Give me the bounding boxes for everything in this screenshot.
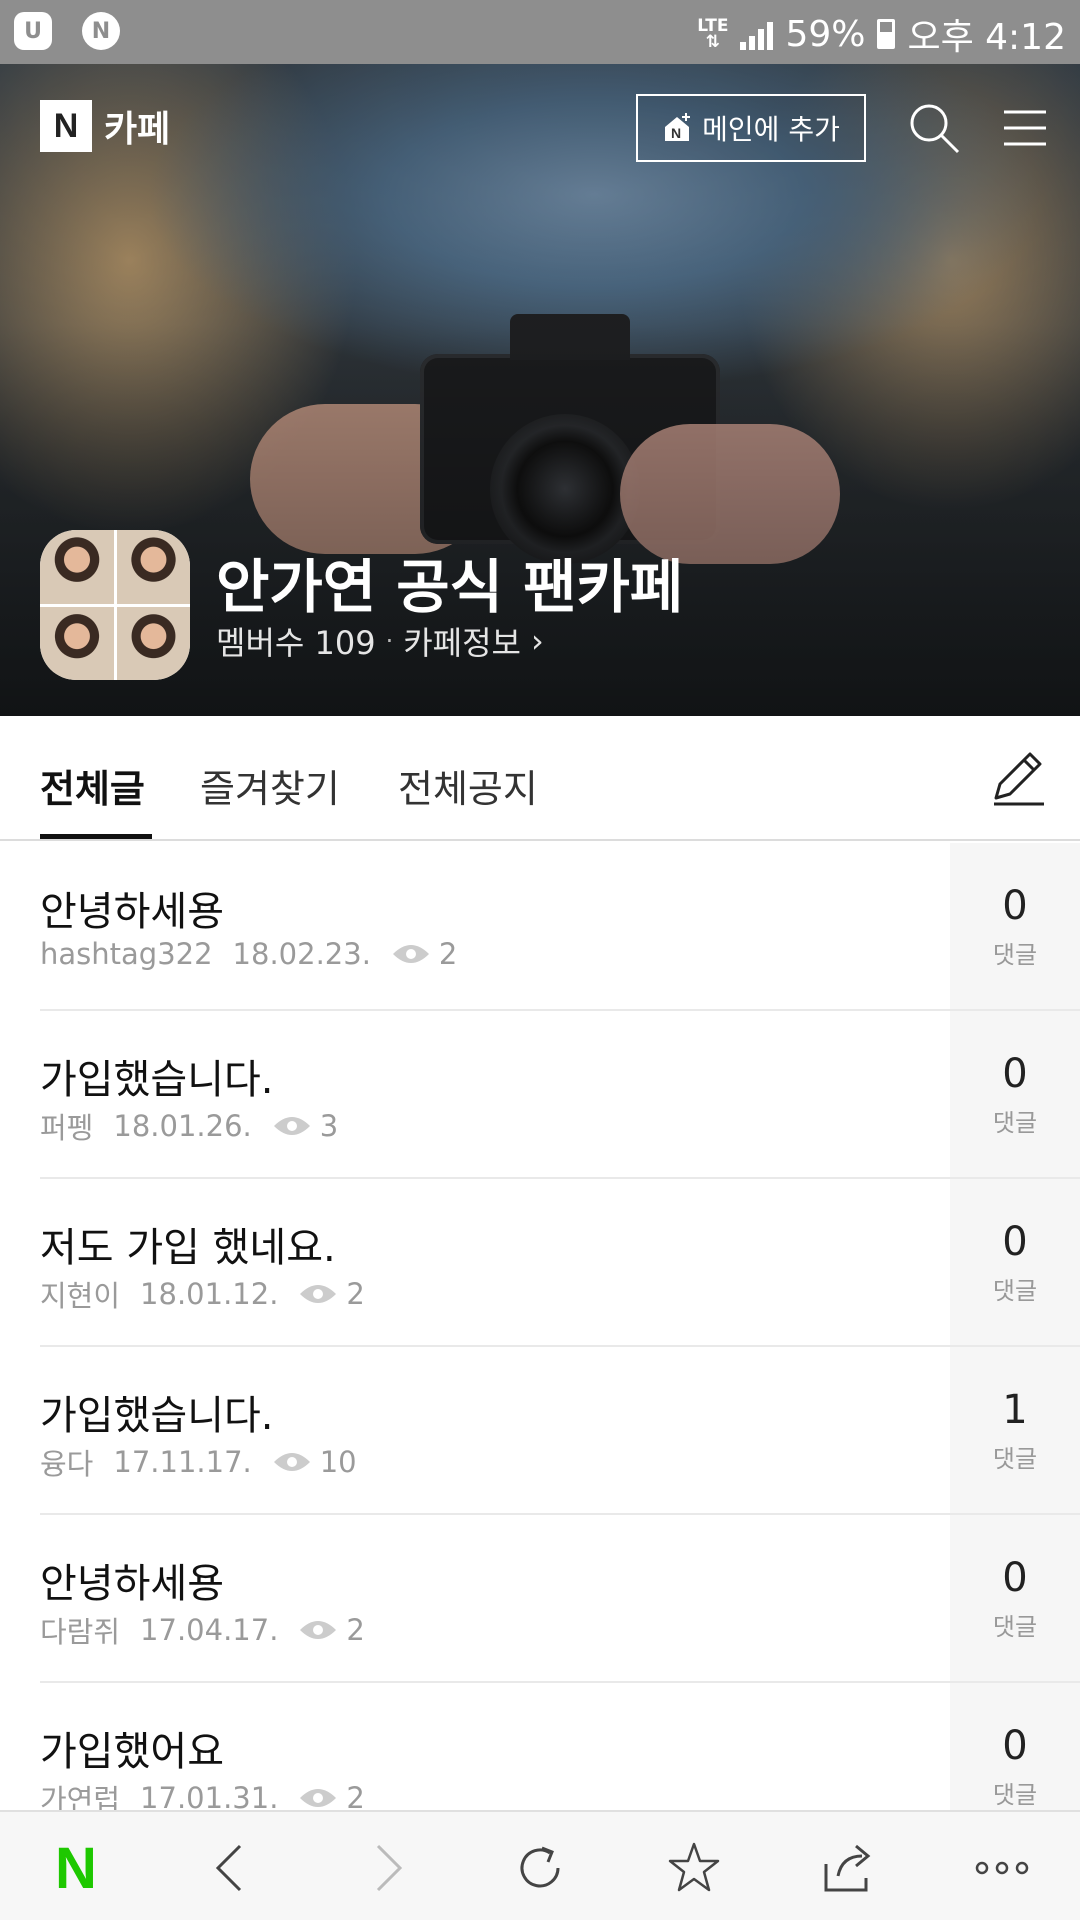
- post-title: 안녕하세용: [40, 1561, 224, 1607]
- post-title: 가입했습니다.: [40, 1057, 274, 1103]
- cafe-info-link[interactable]: 카페정보: [403, 618, 521, 664]
- post-views: 10: [319, 1445, 357, 1479]
- lte-indicator: LTE ⇅: [697, 16, 729, 52]
- naver-home-icon[interactable]: N: [46, 1836, 106, 1901]
- cafe-title: 안가연 공식 팬카페: [216, 553, 684, 621]
- battery-percent: 59%: [785, 13, 866, 55]
- eye-icon: [300, 1621, 337, 1639]
- post-views: 2: [346, 1613, 365, 1647]
- signal-icon: [740, 18, 774, 50]
- cafe-meta: 멤버수 109 · 카페정보 ›: [216, 618, 544, 664]
- eye-icon: [300, 1285, 337, 1303]
- post-author: 지현이: [40, 1279, 121, 1313]
- naver-logo-icon: N: [40, 100, 92, 152]
- comment-count[interactable]: 0 댓글: [950, 1179, 1080, 1347]
- post-author: 다람쥐: [40, 1615, 121, 1649]
- post-meta: 퍼펭 18.01.26. 3: [40, 1105, 338, 1147]
- naver-n-icon: N: [82, 12, 120, 50]
- post-date: 18.01.12.: [140, 1277, 279, 1311]
- status-bar: U N LTE ⇅ 59% 오후 4:12: [0, 0, 1080, 64]
- cafe-logo[interactable]: N 카페: [40, 100, 170, 152]
- add-to-main-button[interactable]: N 메인에 추가: [636, 94, 866, 162]
- chevron-right-icon: ›: [530, 622, 544, 660]
- post-author: hashtag322: [40, 937, 213, 971]
- tab-notices[interactable]: 전체공지: [398, 758, 538, 813]
- list-item[interactable]: 안녕하세용 다람쥐 17.04.17. 2 0 댓글: [0, 1515, 1080, 1683]
- bookmark-star-icon[interactable]: [664, 1838, 724, 1898]
- list-item[interactable]: 가입했습니다. 융다 17.11.17. 10 1 댓글: [0, 1347, 1080, 1515]
- post-meta: 융다 17.11.17. 10: [40, 1441, 357, 1483]
- clock: 오후 4:12: [907, 17, 1066, 58]
- post-meta: 지현이 18.01.12. 2: [40, 1273, 365, 1315]
- post-title: 가입했어요: [40, 1729, 224, 1775]
- post-meta: hashtag322 18.02.23. 2: [40, 937, 457, 971]
- browser-toolbar: N: [0, 1810, 1080, 1920]
- battery-icon: [877, 19, 896, 49]
- eye-icon: [300, 1789, 337, 1807]
- search-icon[interactable]: [906, 100, 962, 156]
- forward-icon[interactable]: [358, 1838, 418, 1898]
- post-views: 3: [319, 1109, 339, 1143]
- post-author: 융다: [40, 1447, 94, 1481]
- post-date: 18.01.26.: [113, 1109, 252, 1143]
- write-pencil-icon[interactable]: [986, 746, 1046, 810]
- meta-separator: ·: [385, 627, 394, 655]
- active-tab-indicator: [40, 834, 152, 839]
- more-icon[interactable]: [972, 1838, 1032, 1898]
- add-to-main-label: 메인에 추가: [702, 113, 840, 146]
- back-icon[interactable]: [200, 1838, 260, 1898]
- post-title: 가입했습니다.: [40, 1393, 274, 1439]
- comment-count[interactable]: 0 댓글: [950, 843, 1080, 1011]
- post-date: 18.02.23.: [232, 937, 371, 971]
- post-list: 안녕하세용 hashtag322 18.02.23. 2 0 댓글 가입했습니다.…: [0, 843, 1080, 1851]
- share-icon[interactable]: [818, 1838, 878, 1898]
- eye-icon: [273, 1117, 310, 1135]
- post-meta: 다람쥐 17.04.17. 2: [40, 1609, 365, 1651]
- post-date: 17.11.17.: [113, 1445, 252, 1479]
- home-add-icon: N: [665, 113, 691, 141]
- member-count: 멤버수 109: [216, 624, 376, 662]
- svg-text:N: N: [671, 125, 681, 141]
- tab-favorites[interactable]: 즐겨찾기: [200, 758, 340, 813]
- list-item[interactable]: 저도 가입 했네요. 지현이 18.01.12. 2 0 댓글: [0, 1179, 1080, 1347]
- post-views: 2: [346, 1277, 365, 1311]
- post-title: 안녕하세용: [40, 889, 224, 935]
- tab-all-posts[interactable]: 전체글: [40, 758, 145, 813]
- cafe-cover: N 카페 N 메인에 추가 안가연 공식 팬카페 멤버수 109 · 카페정보 …: [0, 64, 1080, 716]
- cafe-avatar[interactable]: [40, 530, 190, 680]
- post-author: 퍼펭: [40, 1111, 94, 1145]
- list-item[interactable]: 가입했습니다. 퍼펭 18.01.26. 3 0 댓글: [0, 1011, 1080, 1179]
- eye-icon: [273, 1453, 310, 1471]
- refresh-icon[interactable]: [510, 1838, 570, 1898]
- comment-count[interactable]: 0 댓글: [950, 1515, 1080, 1683]
- post-title: 저도 가입 했네요.: [40, 1225, 336, 1271]
- post-views: 2: [438, 937, 458, 971]
- menu-icon[interactable]: [998, 100, 1054, 156]
- comment-count[interactable]: 0 댓글: [950, 1011, 1080, 1179]
- comment-count[interactable]: 1 댓글: [950, 1347, 1080, 1515]
- board-tabs: 전체글 즐겨찾기 전체공지: [0, 716, 1080, 841]
- eye-icon: [392, 945, 429, 963]
- post-date: 17.04.17.: [140, 1613, 279, 1647]
- list-item[interactable]: 안녕하세용 hashtag322 18.02.23. 2 0 댓글: [0, 843, 1080, 1011]
- u-plus-icon: U: [14, 12, 52, 50]
- cafe-logo-text: 카페: [104, 109, 171, 150]
